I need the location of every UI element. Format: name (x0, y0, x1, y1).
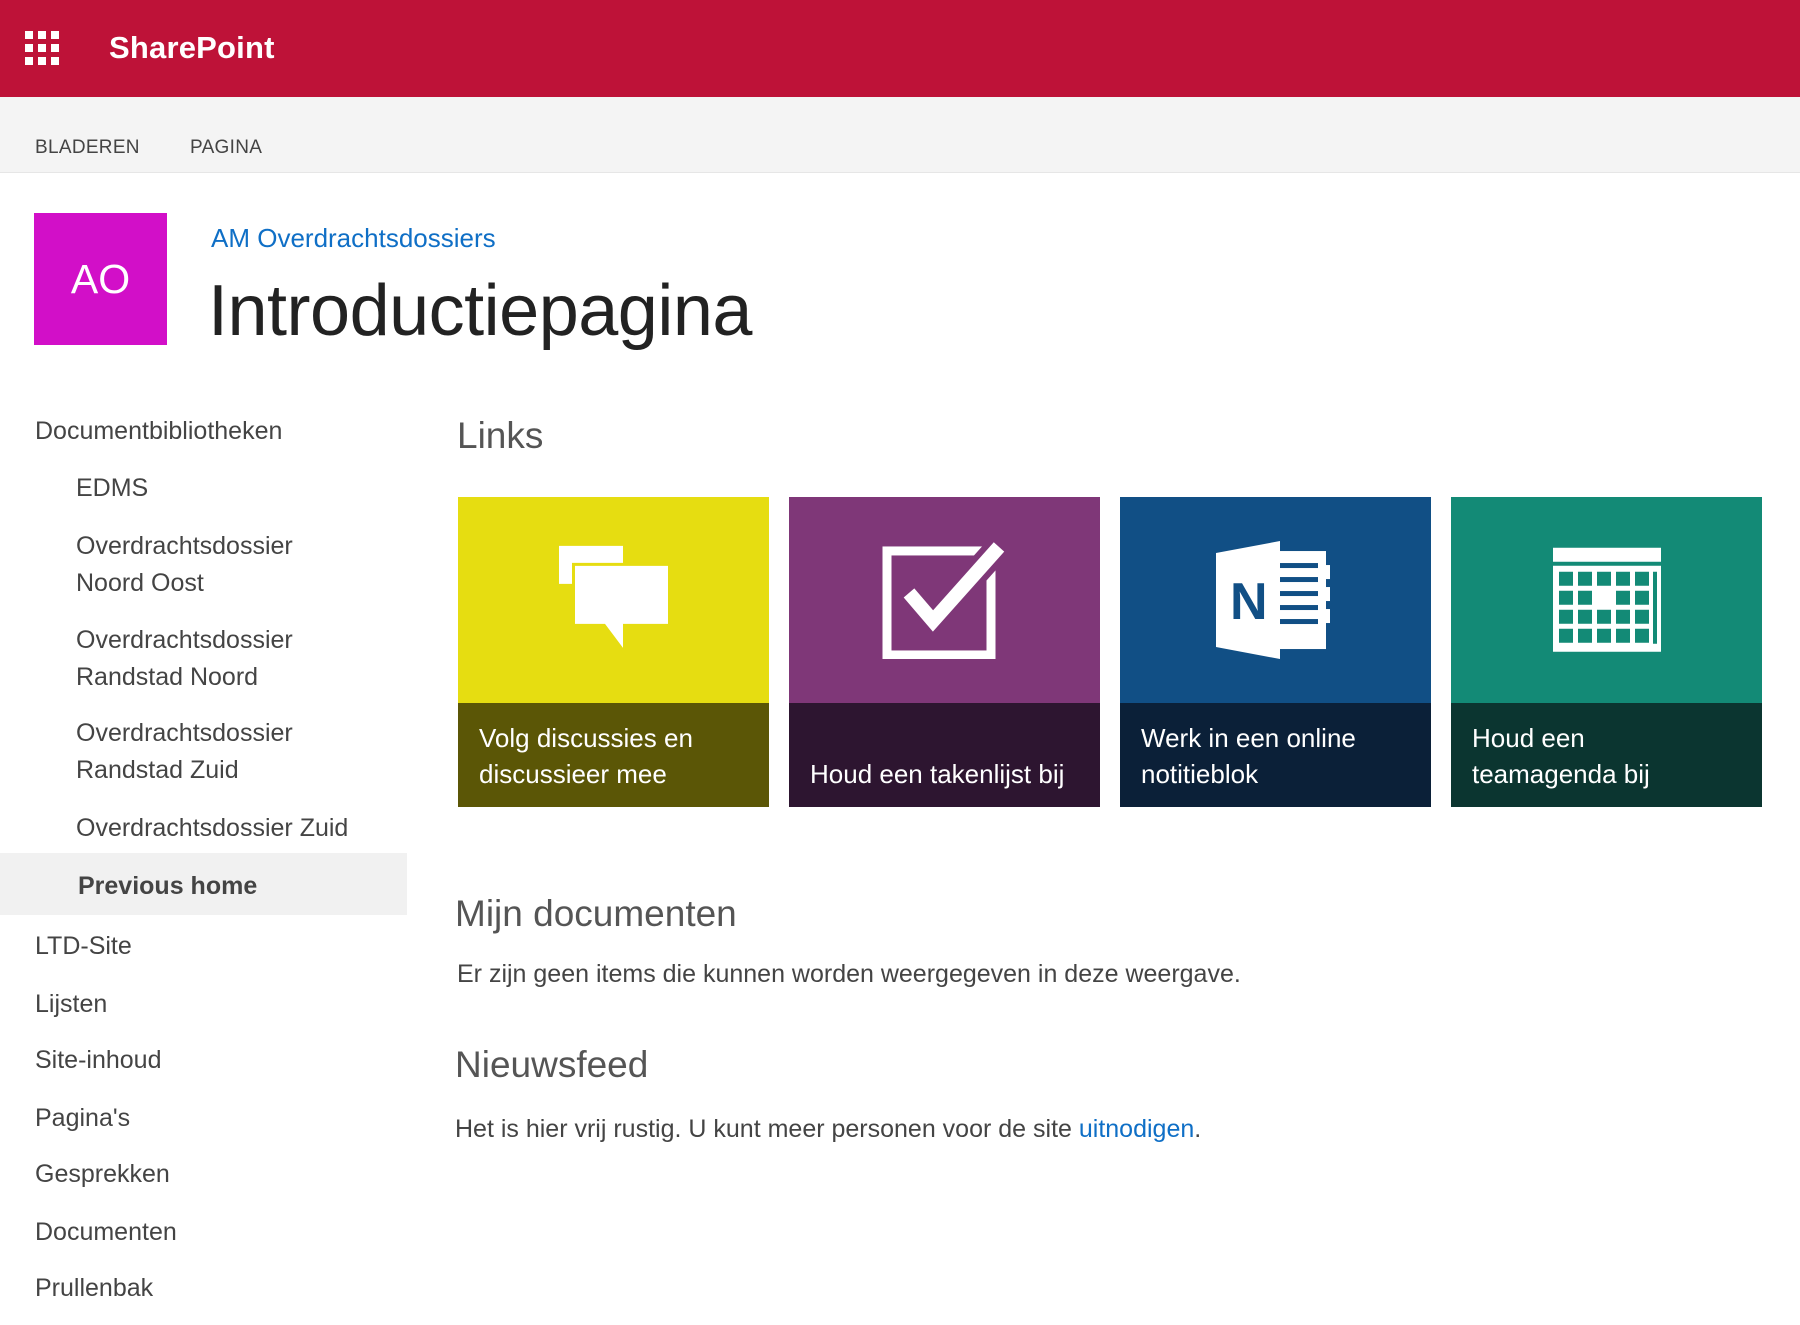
tile-label-line2: teamagenda bij (1472, 759, 1650, 789)
site-logo[interactable]: AO (34, 213, 167, 345)
tile-top: N (1120, 497, 1431, 703)
newsfeed-text: Het is hier vrij rustig. U kunt meer per… (455, 1115, 1072, 1143)
tile-tasks[interactable]: Houd een takenlijst bij (789, 497, 1100, 807)
nav-item-line1: Overdrachtsdossier (76, 626, 293, 654)
links-heading: Links (457, 415, 544, 456)
nav-item-paginas[interactable]: Pagina's (35, 1100, 130, 1136)
tile-label-line2: Houd een takenlijst bij (810, 759, 1065, 789)
documents-empty-message: Er zijn geen items die kunnen worden wee… (457, 960, 1241, 988)
nav-item-previous-home[interactable]: Previous home (78, 868, 257, 904)
chat-bubbles-icon (553, 544, 675, 661)
tile-calendar[interactable]: Houd een teamagenda bij (1451, 497, 1762, 807)
invite-link[interactable]: uitnodigen (1079, 1115, 1194, 1143)
ribbon-bar: BLADEREN PAGINA (0, 97, 1800, 173)
nav-item-gesprekken[interactable]: Gesprekken (35, 1156, 170, 1192)
nav-item-lijsten[interactable]: Lijsten (35, 986, 107, 1022)
tile-top (458, 497, 769, 703)
tile-label: Houd een takenlijst bij (810, 720, 1088, 792)
tab-pagina[interactable]: PAGINA (190, 137, 262, 159)
nav-item-prullenbak[interactable]: Prullenbak (35, 1270, 153, 1306)
tile-label: Houd een teamagenda bij (1472, 720, 1750, 792)
tile-label-line1: Houd een (1472, 723, 1585, 753)
nav-item-line2: Noord Oost (76, 569, 204, 597)
nav-item-overdrachtsdossier-randstad-zuid[interactable]: Overdrachtsdossier Randstad Zuid (76, 715, 293, 789)
suite-bar: SharePoint (0, 0, 1800, 97)
tile-top (789, 497, 1100, 703)
nav-item-overdrachtsdossier-noord-oost[interactable]: Overdrachtsdossier Noord Oost (76, 528, 293, 602)
nav-item-edms[interactable]: EDMS (76, 470, 148, 506)
svg-text:N: N (1230, 573, 1268, 631)
nav-item-line2: Randstad Noord (76, 663, 259, 691)
tile-label-line1: Volg discussies en (479, 723, 693, 753)
nav-item-line1: Overdrachtsdossier (76, 719, 293, 747)
onenote-icon: N (1212, 539, 1340, 666)
tile-discussions[interactable]: Volg discussies en discussieer mee (458, 497, 769, 807)
newsfeed-end: . (1194, 1115, 1202, 1143)
nav-item-line1: Overdrachtsdossier (76, 532, 293, 560)
tile-label-line1: Werk in een online (1141, 723, 1356, 753)
nav-item-overdrachtsdossier-zuid[interactable]: Overdrachtsdossier Zuid (76, 810, 348, 846)
nav-item-ltd-site[interactable]: LTD-Site (35, 928, 132, 964)
calendar-icon (1551, 546, 1663, 659)
checkbox-icon (881, 538, 1009, 664)
app-launcher-waffle-icon[interactable] (25, 31, 59, 65)
nav-item-documenten[interactable]: Documenten (35, 1214, 177, 1250)
page-title: Introductiepagina (208, 271, 752, 351)
newsfeed-message: Het is hier vrij rustig. U kunt meer per… (455, 1115, 1201, 1144)
nav-item-documentbibliotheken[interactable]: Documentbibliotheken (35, 413, 282, 449)
nav-item-overdrachtsdossier-randstad-noord[interactable]: Overdrachtsdossier Randstad Noord (76, 622, 293, 696)
site-title-link[interactable]: AM Overdrachtsdossiers (211, 223, 496, 254)
tile-top (1451, 497, 1762, 703)
nav-item-line2: Randstad Zuid (76, 756, 239, 784)
brand-label[interactable]: SharePoint (109, 30, 275, 66)
newsfeed-heading: Nieuwsfeed (455, 1044, 649, 1085)
tab-bladeren[interactable]: BLADEREN (35, 137, 140, 159)
nav-item-site-inhoud[interactable]: Site-inhoud (35, 1042, 161, 1078)
tile-label-line2: notitieblok (1141, 759, 1259, 789)
tile-notebook[interactable]: N Werk in een online notitieblok (1120, 497, 1431, 807)
tile-label: Volg discussies en discussieer mee (479, 720, 757, 792)
tile-label: Werk in een online notitieblok (1141, 720, 1419, 792)
tile-label-line2: discussieer mee (479, 759, 667, 789)
documents-heading: Mijn documenten (455, 893, 737, 934)
